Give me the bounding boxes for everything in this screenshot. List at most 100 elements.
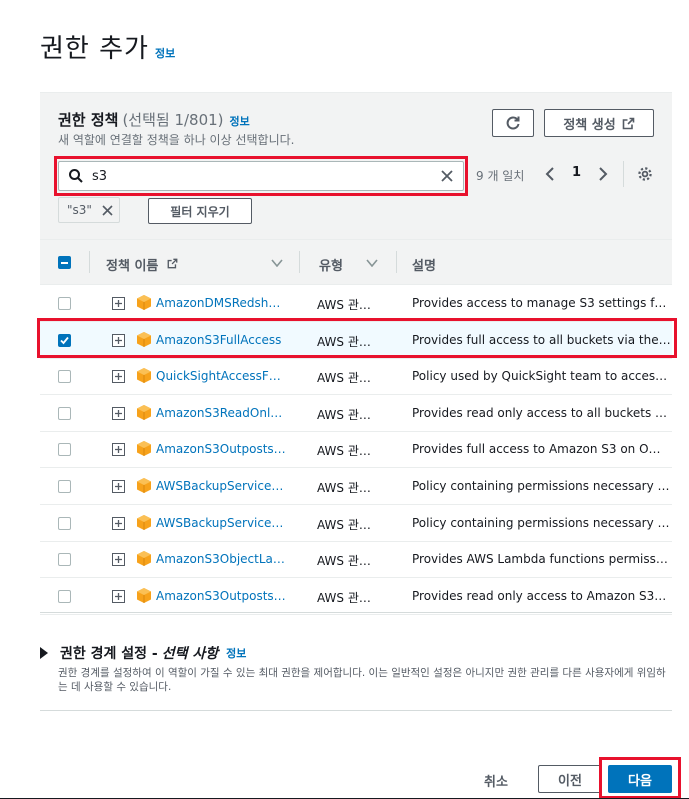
row-checkbox[interactable] xyxy=(58,590,71,603)
table-row[interactable]: AmazonDMSRedsh… AWS 관… Provides access to … xyxy=(40,285,672,322)
expand-icon[interactable] xyxy=(112,370,125,383)
table-row[interactable]: AmazonS3ReadOnl… AWS 관… Provides read only… xyxy=(40,395,672,432)
search-icon xyxy=(69,169,83,183)
policy-cube-icon xyxy=(137,441,151,456)
policy-cube-icon xyxy=(137,368,151,383)
policy-type: AWS 관… xyxy=(317,444,371,458)
policies-header: 권한 정책 (선택됨 1/801) 정보 새 역할에 연결할 정책을 하나 이상 선… xyxy=(40,93,672,239)
policy-cube-icon xyxy=(137,332,151,347)
match-count: 9 개 일치 xyxy=(476,169,525,183)
expand-icon[interactable] xyxy=(112,590,125,603)
policy-name-link[interactable]: AmazonS3ReadOnl… xyxy=(156,406,282,420)
sort-caret-icon[interactable] xyxy=(271,259,283,267)
table-row[interactable]: AmazonS3Outposts… AWS 관… Provides read onl… xyxy=(40,578,672,615)
table-row[interactable]: AmazonS3Outposts… AWS 관… Provides full acc… xyxy=(40,431,672,468)
policy-name-link[interactable]: AWSBackupService… xyxy=(156,479,283,493)
check-icon xyxy=(60,336,69,345)
column-divider xyxy=(89,251,90,273)
policy-type: AWS 관… xyxy=(317,371,371,385)
table-row[interactable]: AmazonS3ObjectLa… AWS 관… Provides AWS Lamb… xyxy=(40,541,672,578)
policy-cube-icon xyxy=(137,515,151,530)
clear-filters-button[interactable]: 필터 지우기 xyxy=(148,198,252,224)
policy-name-link[interactable]: AmazonS3ObjectLa… xyxy=(156,552,285,566)
policy-description: Policy containing permissions necessary … xyxy=(412,479,670,493)
create-policy-button[interactable]: 정책 생성 xyxy=(544,109,654,137)
search-input[interactable]: s3 xyxy=(58,161,464,191)
policy-description: Policy containing permissions necessary … xyxy=(412,516,670,530)
policies-count: (선택됨 1/801) xyxy=(122,111,224,129)
column-header-type[interactable]: 유형 xyxy=(319,255,343,274)
policy-name-link[interactable]: AmazonDMSRedsh… xyxy=(156,296,280,310)
caret-right-icon xyxy=(40,647,48,659)
policy-name-link[interactable]: AWSBackupService… xyxy=(156,516,283,530)
row-checkbox[interactable] xyxy=(58,480,71,493)
policy-cube-icon xyxy=(137,295,151,310)
next-button[interactable]: 다음 xyxy=(608,765,672,793)
expand-icon[interactable] xyxy=(112,407,125,420)
policy-description: Provides full access to Amazon S3 on O… xyxy=(412,442,661,456)
policy-description: Policy used by QuickSight team to acces… xyxy=(412,369,668,383)
policy-cube-icon xyxy=(137,405,151,420)
policies-description: 새 역할에 연결할 정책을 하나 이상 선택합니다. xyxy=(58,133,295,147)
expand-icon[interactable] xyxy=(112,334,125,347)
row-checkbox[interactable] xyxy=(58,370,71,383)
table-row[interactable]: QuickSightAccessF… AWS 관… Policy used by Q… xyxy=(40,358,672,395)
permission-policies-panel: 권한 정책 (선택됨 1/801) 정보 새 역할에 연결할 정책을 하나 이상 선… xyxy=(40,92,672,615)
column-divider xyxy=(299,251,300,273)
page-number[interactable]: 1 xyxy=(572,165,581,180)
policies-title-text: 권한 정책 xyxy=(58,111,119,129)
policy-type: AWS 관… xyxy=(317,298,371,312)
row-checkbox[interactable] xyxy=(58,443,71,456)
row-checkbox[interactable] xyxy=(58,553,71,566)
external-link-icon xyxy=(167,258,178,269)
policy-name-link[interactable]: AmazonS3Outposts… xyxy=(156,442,286,456)
refresh-button[interactable] xyxy=(492,109,534,137)
expand-icon[interactable] xyxy=(112,297,125,310)
page-info-link[interactable]: 정보 xyxy=(155,47,175,60)
policy-name-link[interactable]: AmazonS3FullAccess xyxy=(156,333,281,347)
table-row[interactable]: AWSBackupService… AWS 관… Policy containing… xyxy=(40,468,672,505)
boundary-info-link[interactable]: 정보 xyxy=(226,645,246,661)
column-header-description[interactable]: 설명 xyxy=(412,255,436,274)
external-link-icon xyxy=(622,117,634,129)
permissions-boundary-toggle[interactable]: 권한 경계 설정 - 선택 사항 정보 xyxy=(40,643,246,663)
chevron-left-icon[interactable] xyxy=(543,165,557,183)
boundary-optional: 선택 사항 xyxy=(161,646,219,662)
row-checkbox[interactable] xyxy=(58,334,71,347)
page-title: 권한 추가 정보 xyxy=(40,28,175,65)
expand-icon[interactable] xyxy=(112,517,125,530)
policies-info-link[interactable]: 정보 xyxy=(230,115,250,128)
chevron-right-icon[interactable] xyxy=(596,165,610,183)
close-icon[interactable] xyxy=(102,204,113,216)
table-row[interactable]: AWSBackupService… AWS 관… Policy containing… xyxy=(40,505,672,542)
boundary-description: 권한 경계를 설정하여 이 역할이 가질 수 있는 최대 권한을 제어합니다. … xyxy=(58,667,666,693)
policy-cube-icon xyxy=(137,588,151,603)
expand-icon[interactable] xyxy=(112,553,125,566)
policy-type: AWS 관… xyxy=(317,335,371,349)
column-header-name[interactable]: 정책 이름 xyxy=(106,255,158,274)
expand-icon[interactable] xyxy=(112,443,125,456)
column-name-label: 정책 이름 xyxy=(106,259,159,274)
policy-name-link[interactable]: QuickSightAccessF… xyxy=(156,369,281,383)
cancel-button[interactable]: 취소 xyxy=(484,771,508,790)
expand-icon[interactable] xyxy=(112,480,125,493)
row-checkbox[interactable] xyxy=(58,297,71,310)
filter-token-label: "s3" xyxy=(67,203,92,217)
policy-type: AWS 관… xyxy=(317,554,371,568)
policy-cube-icon xyxy=(137,478,151,493)
previous-button[interactable]: 이전 xyxy=(538,765,602,793)
policy-type: AWS 관… xyxy=(317,408,371,422)
filter-token: "s3" xyxy=(58,197,120,223)
section-divider xyxy=(40,710,672,711)
sort-caret-icon[interactable] xyxy=(366,259,378,267)
select-all-checkbox[interactable] xyxy=(58,256,71,269)
settings-icon[interactable] xyxy=(637,166,653,182)
refresh-icon xyxy=(506,116,520,130)
boundary-title: 권한 경계 설정 - xyxy=(60,646,158,662)
row-checkbox[interactable] xyxy=(58,407,71,420)
policy-name-link[interactable]: AmazonS3Outposts… xyxy=(156,589,286,603)
policy-description: Provides read only access to Amazon S3… xyxy=(412,589,667,603)
table-row[interactable]: AmazonS3FullAccess AWS 관… Provides full ac… xyxy=(40,322,672,359)
clear-icon[interactable] xyxy=(439,168,455,184)
row-checkbox[interactable] xyxy=(58,517,71,530)
